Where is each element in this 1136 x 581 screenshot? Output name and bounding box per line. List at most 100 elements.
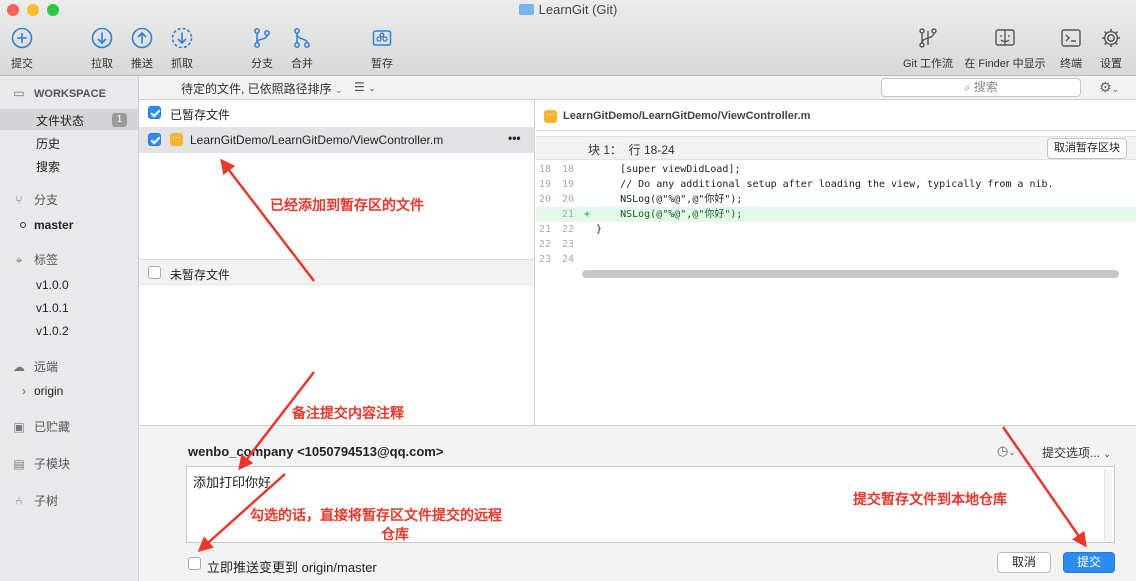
staged-file-checkbox[interactable]: [148, 133, 161, 146]
new-line-number: 21: [562, 209, 575, 220]
commit-options-dropdown[interactable]: 提交选项... ⌄: [1042, 444, 1111, 461]
sidebar-item-branch-master[interactable]: master: [20, 218, 73, 232]
filter-bar: 待定的文件, 已依照路径排序 ⌄ ☰ ⌄ ⌕ 搜索 ⚙⌄: [139, 76, 1136, 100]
sort-dropdown[interactable]: 待定的文件, 已依照路径排序 ⌄: [181, 80, 343, 97]
current-branch-dot-icon: [20, 222, 26, 228]
subtree-icon: ⑃: [15, 494, 23, 508]
modified-file-icon: ···: [170, 133, 183, 146]
stash-icon: [368, 26, 396, 52]
push-immediately-label[interactable]: 立即推送变更到 origin/master: [207, 557, 377, 576]
commit-button[interactable]: 提交: [1063, 552, 1115, 573]
more-options-icon[interactable]: •••: [508, 131, 521, 145]
push-icon: [128, 26, 156, 52]
old-line-number: 19: [539, 179, 552, 190]
tags-header[interactable]: ⌖ 标签: [10, 251, 58, 268]
stash-icon: ▣: [13, 420, 25, 434]
pull-toolbar-button[interactable]: 拉取: [88, 26, 116, 71]
title-bar: LearnGit (Git) 提交 拉取 推送 抓取 分支 合并 暂存 Git …: [0, 0, 1136, 76]
search-icon: ⌕: [964, 82, 971, 94]
diff-line: 18 18 [super viewDidLoad];: [536, 162, 1136, 177]
sidebar-item-tag[interactable]: v1.0.1: [36, 301, 69, 315]
cloud-icon: ☁: [13, 360, 25, 374]
gear-icon: [1096, 26, 1126, 52]
message-scrollbar[interactable]: [1104, 469, 1112, 541]
branch-toolbar-button[interactable]: 分支: [248, 26, 276, 71]
unstaged-all-checkbox[interactable]: [148, 266, 161, 279]
old-line-number: 23: [539, 254, 552, 265]
sidebar-item-search[interactable]: 搜索: [36, 158, 60, 175]
finder-icon: [962, 26, 1048, 52]
sidebar-item-tag[interactable]: v1.0.0: [36, 278, 69, 292]
diff-line: 20 20 NSLog(@"%@",@"你好");: [536, 192, 1136, 207]
diff-panel: ··· LearnGitDemo/LearnGitDemo/ViewContro…: [536, 100, 1136, 425]
staged-file-row[interactable]: ··· LearnGitDemo/LearnGitDemo/ViewContro…: [139, 127, 534, 153]
branch-icon: ⑂: [15, 193, 23, 207]
submodules-header[interactable]: ▤ 子模块: [10, 455, 70, 472]
new-line-number: 22: [562, 224, 575, 235]
code-text: }: [596, 224, 603, 235]
push-toolbar-button[interactable]: 推送: [128, 26, 156, 71]
show-in-finder-toolbar-button[interactable]: 在 Finder 中显示: [962, 26, 1048, 71]
terminal-icon: [1056, 26, 1086, 52]
unstaged-files-header: 未暂存文件: [139, 259, 534, 285]
gear-dropdown-icon[interactable]: ⚙⌄: [1099, 79, 1119, 96]
submodule-icon: ▤: [13, 457, 25, 471]
modified-file-icon: ···: [544, 110, 557, 123]
sidebar-item-remote-origin[interactable]: › origin: [22, 384, 63, 398]
annotation-staged-files: 已经添加到暂存区的文件: [270, 197, 424, 213]
file-list-panel: 已暂存文件 ··· LearnGitDemo/LearnGitDemo/View…: [139, 100, 535, 425]
terminal-toolbar-button[interactable]: 终端: [1056, 26, 1086, 71]
staged-all-checkbox[interactable]: [148, 106, 161, 119]
code-text: // Do any additional setup after loading…: [596, 179, 1054, 190]
new-line-number: 23: [562, 239, 575, 250]
old-line-number: 20: [539, 194, 552, 205]
sidebar-item-history[interactable]: 历史: [36, 135, 60, 152]
diff-line: 21 + NSLog(@"%@",@"你好");: [536, 207, 1136, 222]
plus-circle-icon: [8, 26, 36, 52]
subtrees-header[interactable]: ⑃ 子树: [10, 492, 58, 509]
stash-toolbar-button[interactable]: 暂存: [368, 26, 396, 71]
sidebar-item-tag[interactable]: v1.0.2: [36, 324, 69, 338]
commit-toolbar-button[interactable]: 提交: [8, 26, 36, 71]
new-line-number: 19: [562, 179, 575, 190]
chevron-down-icon: ⌄: [335, 85, 343, 95]
search-input[interactable]: ⌕ 搜索: [881, 78, 1081, 97]
unstage-hunk-button[interactable]: 取消暂存区块: [1047, 138, 1127, 159]
annotation-push-line1: 勾选的话，直接将暂存区文件提交的远程: [250, 507, 502, 523]
remotes-header[interactable]: ☁ 远端: [10, 358, 58, 375]
cancel-button[interactable]: 取消: [997, 552, 1051, 573]
settings-toolbar-button[interactable]: 设置: [1096, 26, 1126, 71]
file-status-badge: 1: [112, 113, 127, 127]
fetch-toolbar-button[interactable]: 抓取: [168, 26, 196, 71]
old-line-number: 18: [539, 164, 552, 175]
hunk-header: 块 1： 行 18-24 取消暂存区块: [536, 136, 1136, 160]
workspace-header: ▭ WORKSPACE: [10, 86, 106, 100]
sidebar: ▭ WORKSPACE 文件状态 1 历史 搜索 ⑂ 分支 master ⌖ 标签 v…: [0, 76, 139, 581]
merge-toolbar-button[interactable]: 合并: [288, 26, 316, 71]
staged-files-header: 已暂存文件: [139, 100, 534, 126]
monitor-icon: ▭: [13, 86, 25, 100]
diff-line: 23 24: [536, 252, 1136, 267]
annotation-push-line2: 仓库: [381, 526, 409, 542]
old-line-number: 22: [539, 239, 552, 250]
diff-file-header: ··· LearnGitDemo/LearnGitDemo/ViewContro…: [536, 100, 1136, 131]
new-line-number: 18: [562, 164, 575, 175]
stashes-header[interactable]: ▣ 已贮藏: [10, 418, 70, 435]
horizontal-scrollbar[interactable]: [582, 270, 1119, 278]
pull-icon: [88, 26, 116, 52]
git-flow-toolbar-button[interactable]: Git 工作流: [898, 26, 958, 71]
commit-history-icon[interactable]: ◷⌄: [997, 443, 1016, 459]
branches-header[interactable]: ⑂ 分支: [10, 191, 58, 208]
merge-icon: [288, 26, 316, 52]
annotation-commit-button: 提交暂存文件到本地仓库: [853, 491, 1007, 507]
view-mode-dropdown[interactable]: ☰ ⌄: [354, 80, 376, 94]
diff-line: 21 22}: [536, 222, 1136, 237]
tag-icon: ⌖: [15, 253, 23, 267]
commit-author: wenbo_company <1050794513@qq.com>: [188, 444, 444, 459]
push-immediately-checkbox[interactable]: [188, 557, 201, 570]
fetch-icon: [168, 26, 196, 52]
chevron-down-icon: ⌄: [1103, 449, 1111, 459]
sidebar-item-file-status[interactable]: 文件状态: [36, 112, 84, 129]
code-text: [super viewDidLoad];: [596, 164, 741, 175]
new-line-number: 20: [562, 194, 575, 205]
